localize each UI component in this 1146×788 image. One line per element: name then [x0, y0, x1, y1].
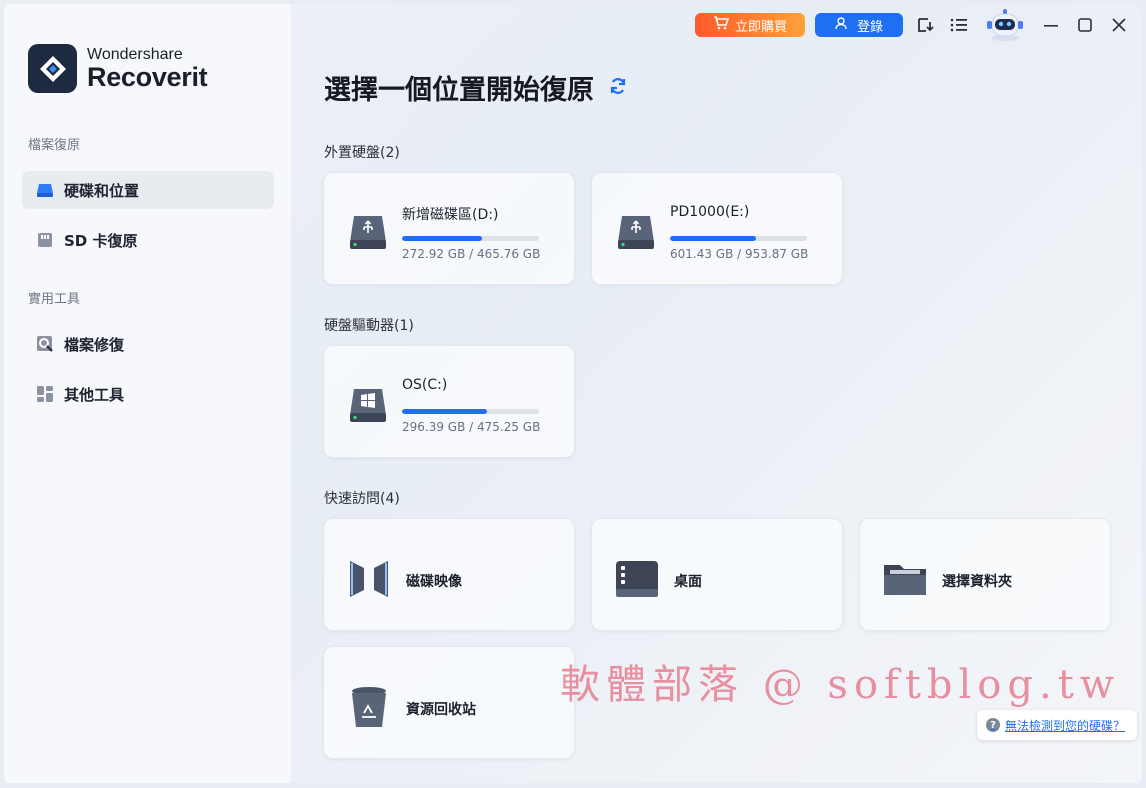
sidebar-item-other-tools[interactable]: 其他工具 [22, 375, 274, 413]
drive-name: OS(C:) [402, 377, 448, 393]
quick-desktop[interactable]: 桌面 [591, 518, 843, 631]
disk-image-icon [346, 557, 392, 605]
sidebar-item-drives[interactable]: 硬碟和位置 [22, 171, 274, 209]
section-label-recover: 檔案復原 [28, 138, 81, 153]
brand-name: Wondershare [87, 46, 183, 63]
drive-usage-fill [402, 236, 483, 241]
drive-card-c[interactable]: OS(C:) 296.39 GB / 475.25 GB [323, 345, 575, 458]
page-title-text: 選擇一個位置開始復原 [324, 75, 594, 106]
maximize-icon[interactable] [1075, 15, 1095, 35]
help-link-label: 無法檢測到您的硬碟？ [1005, 718, 1126, 733]
tools-grid-icon [35, 384, 55, 404]
user-icon [835, 16, 847, 34]
watermark-text: 軟體部落 @ softblog.tw [560, 662, 1121, 708]
recoverit-logo-icon [28, 44, 77, 93]
minimize-icon[interactable] [1041, 15, 1061, 35]
robot-assistant-icon[interactable] [982, 8, 1028, 42]
quick-access-label-text: 選擇資料夾 [942, 574, 1012, 590]
external-drives-label: 外置硬盤(2) [324, 145, 400, 161]
help-link[interactable]: ? 無法檢測到您的硬碟？ [977, 710, 1137, 740]
drive-usage-fill [402, 409, 488, 414]
sd-card-icon [35, 230, 55, 250]
close-icon[interactable] [1109, 15, 1129, 35]
quick-disk-image[interactable]: 磁碟映像 [323, 518, 575, 631]
desktop-icon [614, 557, 660, 605]
quick-access-label-text: 資源回收站 [406, 702, 476, 718]
product-name: Recoverit [87, 62, 208, 92]
login-button[interactable]: 登錄 [815, 13, 903, 37]
sidebar-item-label: 檔案修復 [64, 335, 125, 354]
app-window: Wondershare Recoverit 檔案復原 硬碟和位置 SD 卡復原 … [4, 4, 1142, 783]
menu-list-icon[interactable] [949, 15, 969, 35]
quick-access-label-text: 磁碟映像 [406, 574, 462, 590]
recycle-bin-icon [346, 685, 392, 733]
sidebar-item-label: 硬碟和位置 [64, 181, 140, 200]
quick-access-label: 快速訪問(4) [324, 491, 400, 507]
login-label: 登錄 [856, 19, 883, 35]
app-logo: Wondershare Recoverit [28, 44, 208, 93]
drive-name: 新增磁碟區(D:) [402, 207, 499, 223]
drive-card-e[interactable]: PD1000(E:) 601.43 GB / 953.87 GB [591, 172, 843, 285]
sidebar-item-label: SD 卡復原 [64, 231, 138, 250]
sidebar-item-file-repair[interactable]: 檔案修復 [22, 325, 274, 363]
section-label-tools: 實用工具 [28, 292, 81, 307]
drive-usage-fill [670, 236, 757, 241]
drive-usage-bar [402, 409, 539, 414]
buy-now-button[interactable]: 立即購買 [695, 13, 805, 37]
quick-select-folder[interactable]: 選擇資料夾 [859, 518, 1111, 631]
buy-now-label: 立即購買 [734, 19, 787, 35]
drive-usage-bar [670, 236, 807, 241]
quick-recycle-bin[interactable]: 資源回收站 [323, 646, 575, 759]
drive-name: PD1000(E:) [670, 204, 750, 220]
page-title: 選擇一個位置開始復原 [324, 68, 628, 107]
windows-drive-icon [348, 385, 388, 429]
drive-size: 601.43 GB / 953.87 GB [670, 247, 809, 261]
cart-icon [713, 16, 730, 34]
internal-drives-label: 硬盤驅動器(1) [324, 318, 414, 334]
quick-access-label-text: 桌面 [674, 574, 702, 590]
drive-size: 272.92 GB / 465.76 GB [402, 247, 541, 261]
drive-usage-bar [402, 236, 539, 241]
sidebar: Wondershare Recoverit 檔案復原 硬碟和位置 SD 卡復原 … [4, 4, 291, 783]
usb-drive-icon [616, 212, 656, 256]
drive-card-d[interactable]: 新增磁碟區(D:) 272.92 GB / 465.76 GB [323, 172, 575, 285]
usb-drive-icon [348, 212, 388, 256]
download-manager-icon[interactable] [915, 15, 935, 35]
help-icon: ? [986, 718, 1000, 732]
file-repair-icon [35, 334, 55, 354]
sidebar-item-sd-card[interactable]: SD 卡復原 [22, 221, 274, 259]
drive-size: 296.39 GB / 475.25 GB [402, 420, 541, 434]
sidebar-item-label: 其他工具 [64, 385, 125, 404]
hard-drive-icon [35, 180, 55, 200]
refresh-icon[interactable] [608, 72, 628, 103]
folder-icon [882, 557, 928, 605]
